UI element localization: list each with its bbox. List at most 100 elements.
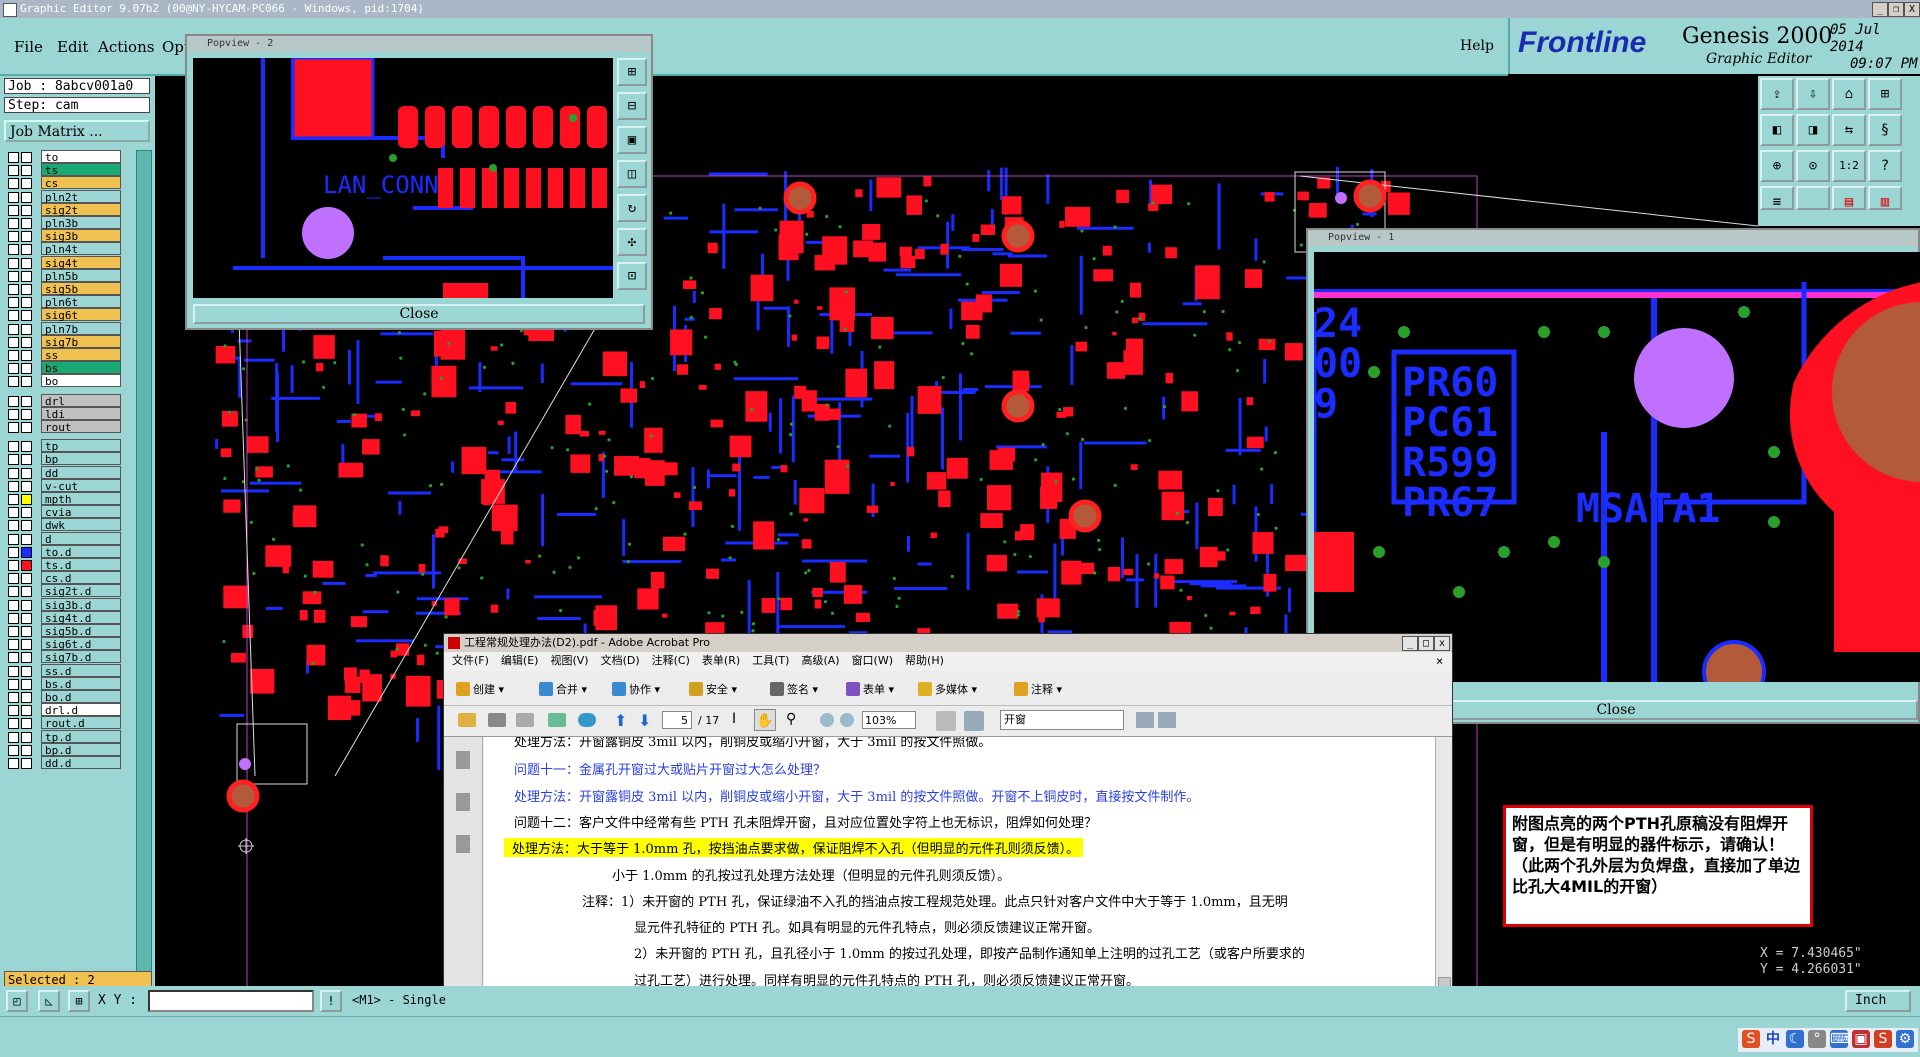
layer-name[interactable]: ts.d [41, 558, 121, 572]
close-button[interactable]: X [1904, 2, 1920, 17]
acrobat-tool-button[interactable]: 安全 ▾ [689, 681, 737, 697]
layer-affected-checkbox[interactable] [21, 652, 32, 664]
keyboard-icon[interactable]: ⌨ [1830, 1030, 1850, 1048]
acrobat-menu-item[interactable]: 文档(D) [601, 654, 640, 667]
layer-name[interactable]: pln2t [41, 189, 121, 204]
layer-name[interactable]: bs [41, 361, 121, 375]
save-icon[interactable] [516, 713, 534, 727]
layer-visible-checkbox[interactable] [8, 718, 19, 730]
select-tool-icon[interactable]: Ⅰ [732, 711, 736, 727]
layer-affected-checkbox[interactable] [21, 376, 32, 388]
zoom-fit-icon[interactable]: ⊕ [1760, 150, 1794, 182]
pth-hole[interactable] [226, 779, 260, 813]
scale-icon[interactable]: 1:2 [1832, 150, 1866, 182]
pages-icon[interactable] [456, 751, 470, 769]
layer-row[interactable]: ss [4, 348, 122, 362]
layer-affected-checkbox[interactable] [21, 705, 32, 717]
snap-icon[interactable]: § [1868, 114, 1902, 146]
layer-row[interactable]: ts.d [4, 558, 122, 572]
layer-visible-checkbox[interactable] [8, 520, 19, 532]
layer-affected-checkbox[interactable] [21, 599, 32, 611]
minimize-button[interactable]: _ [1872, 2, 1888, 17]
layer-visible-checkbox[interactable] [8, 599, 19, 611]
layer-name[interactable]: drl [41, 393, 121, 408]
layer-row[interactable]: pln2t [4, 189, 122, 204]
center-icon[interactable]: ✣ [617, 228, 647, 256]
acrobat-tool-button[interactable]: 签名 ▾ [770, 681, 818, 697]
layer-name[interactable]: sig5b.d [41, 624, 121, 638]
layer-row[interactable]: v-cut [4, 478, 122, 493]
layer-row[interactable]: rout [4, 420, 122, 434]
layer-row[interactable]: to [4, 150, 122, 164]
layer-name[interactable]: sig2t [41, 202, 121, 217]
layer-row[interactable]: sig3b [4, 229, 122, 243]
layer-affected-checkbox[interactable] [21, 363, 32, 375]
mirror-icon[interactable]: ⇆ [1832, 114, 1866, 146]
layer-row[interactable]: ldi [4, 406, 122, 421]
layer-affected-checkbox[interactable] [21, 546, 32, 558]
popview-2-canvas[interactable]: LAN_CONN [193, 58, 613, 298]
layer-row[interactable]: tp.d [4, 729, 122, 744]
layer-visible-checkbox[interactable] [8, 652, 19, 664]
layer-name[interactable]: ts [41, 163, 121, 177]
acrobat-tool-button[interactable]: 多媒体 ▾ [918, 681, 977, 697]
layer-name[interactable]: pln6t [41, 295, 121, 309]
layer-name[interactable]: bo.d [41, 690, 121, 704]
layer-visible-checkbox[interactable] [8, 665, 19, 677]
layer-affected-checkbox[interactable] [21, 231, 32, 243]
layer-row[interactable]: bs [4, 361, 122, 375]
layer-name[interactable]: bs.d [41, 676, 121, 691]
pth-hole[interactable] [1068, 499, 1102, 533]
layer-affected-checkbox[interactable] [21, 257, 32, 269]
layer-row[interactable]: cs [4, 176, 122, 190]
layer-row[interactable]: sig6t [4, 308, 122, 322]
menu-actions[interactable]: Actions [98, 38, 154, 56]
layer-affected-checkbox[interactable] [21, 520, 32, 532]
layer-row[interactable]: dd [4, 465, 122, 480]
tools-icon[interactable]: ⚙ [1896, 1030, 1914, 1048]
grid-icon[interactable]: ⊞ [68, 990, 90, 1012]
layer-row[interactable]: pln5b [4, 268, 122, 283]
signatures-icon[interactable] [456, 835, 470, 853]
layer-row[interactable]: sig2t [4, 202, 122, 217]
acrobat-tool-button[interactable]: 表单 ▾ [846, 681, 894, 697]
layer-row[interactable]: pln3b [4, 216, 122, 230]
moon-icon[interactable]: ☾ [1786, 1030, 1804, 1048]
layer-affected-checkbox[interactable] [21, 165, 32, 177]
prev-page-icon[interactable]: ⬆ [614, 711, 627, 730]
menu-file[interactable]: File [14, 38, 43, 56]
layer-name[interactable]: to.d [41, 544, 121, 559]
layer-name[interactable]: cvia [41, 505, 121, 519]
layer-name[interactable]: dd.d [41, 756, 121, 770]
acrobat-tool-button[interactable]: 创建 ▾ [456, 681, 504, 697]
layer-scrollbar[interactable] [136, 150, 152, 972]
layer-name[interactable]: pln3b [41, 216, 121, 230]
layer-affected-checkbox[interactable] [21, 758, 32, 769]
popview-2-close-button[interactable]: Close [193, 304, 645, 324]
view-down-icon[interactable]: ⇩ [1796, 78, 1830, 110]
acrobat-menu-item[interactable]: 表单(R) [702, 654, 740, 667]
layer-visible-checkbox[interactable] [8, 507, 19, 519]
layer-row[interactable]: sig2t.d [4, 584, 122, 598]
layer-affected-checkbox[interactable] [21, 191, 32, 203]
layer-name[interactable]: bo [41, 374, 121, 388]
layer-visible-checkbox[interactable] [8, 284, 19, 295]
find-prev-icon[interactable] [1136, 712, 1154, 728]
layer-affected-checkbox[interactable] [21, 284, 32, 295]
acrobat-tool-button[interactable]: 合并 ▾ [539, 681, 587, 697]
layer-affected-checkbox[interactable] [21, 533, 32, 545]
layer-name[interactable]: sig7b.d [41, 650, 121, 664]
layer-name[interactable]: ldi [41, 406, 121, 421]
job-matrix-button[interactable]: Job Matrix ... [4, 120, 150, 142]
alert-icon[interactable]: ! [320, 990, 342, 1012]
language-indicator[interactable]: 中 [1764, 1030, 1782, 1048]
email-icon[interactable] [548, 713, 566, 727]
fit-page-icon[interactable] [936, 711, 956, 731]
layer-affected-checkbox[interactable] [21, 395, 32, 407]
layer-visible-checkbox[interactable] [8, 441, 19, 453]
layer-row[interactable]: cvia [4, 505, 122, 519]
layer-visible-checkbox[interactable] [8, 731, 19, 743]
layer-row[interactable]: bs.d [4, 676, 122, 691]
layer-name[interactable]: ss.d [41, 663, 121, 678]
home-icon[interactable]: ⌂ [1832, 78, 1866, 110]
